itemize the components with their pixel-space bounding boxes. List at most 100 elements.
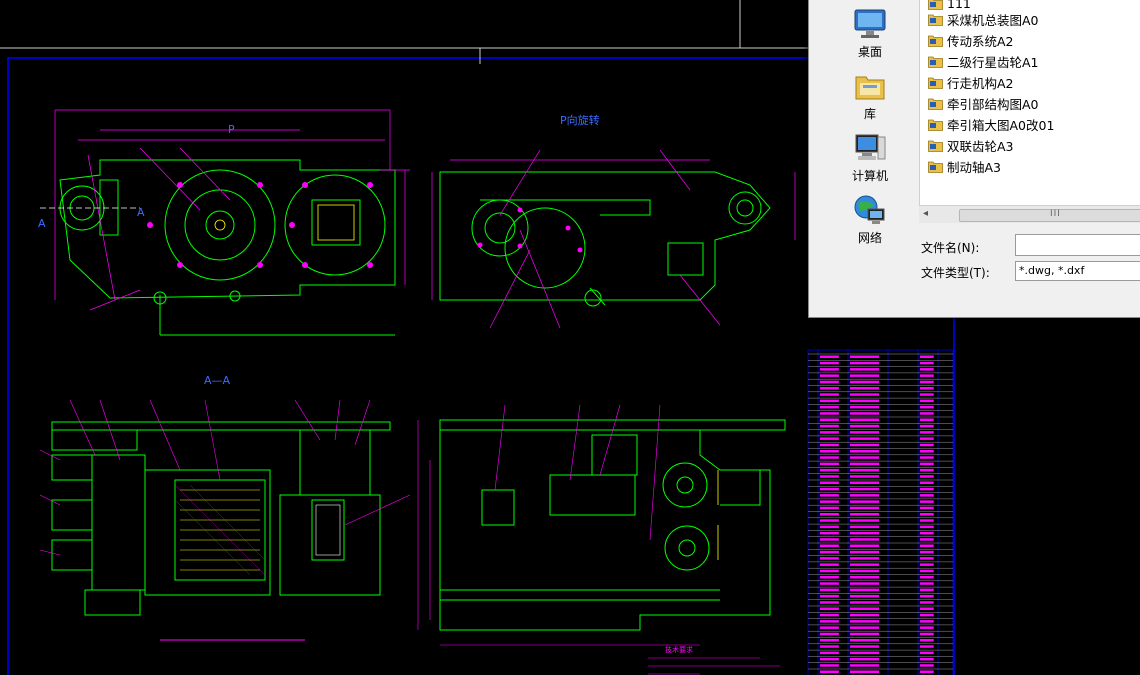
file-item[interactable]: 行走机构A2 [928,72,1014,92]
filename-input[interactable] [1015,234,1140,256]
section-mark-right: A [137,206,145,219]
file-item[interactable]: 采煤机总装图A0 [928,9,1039,29]
table-cell-text-mark [850,601,880,604]
table-cell-text-mark [920,506,934,510]
table-cell-text-mark [920,462,934,466]
dwg-file-icon [928,139,943,152]
place-desktop[interactable]: 桌面 [829,7,911,60]
file-list-horizontal-scrollbar[interactable]: ◂ III [919,205,1140,223]
file-item[interactable]: 牵引箱大图A0改01 [928,114,1054,134]
top-left-view [59,159,396,336]
file-list[interactable]: 111 采煤机总装图A0 传动系统A2 二级行星齿轮A1 行走机构A2 牵引部结… [919,0,1140,205]
table-cell-text-mark [920,513,934,516]
place-computer[interactable]: 计算机 [829,131,911,184]
table-cell-text-mark [820,588,839,592]
table-cell-text-mark [920,475,934,478]
table-cell-text-mark [850,639,880,642]
table-cell-text-mark [850,431,880,434]
table-cell-text-mark [820,657,839,661]
place-library-label: 库 [863,107,876,121]
table-cell-text-mark [850,399,880,403]
table-cell-text-mark [820,639,839,642]
scroll-thumb[interactable]: III [959,209,1140,222]
table-cell-text-mark [920,456,934,459]
table-cell-text-mark [920,550,934,554]
table-cell-text-mark [820,437,839,440]
table-cell-text-mark [820,513,839,516]
table-cell-text-mark [850,569,880,573]
table-cell-text-mark [850,513,880,516]
table-cell-text-mark [820,399,839,403]
table-cell-text-mark [920,626,934,629]
file-open-dialog: 桌面 库 计算机 网络 111 采煤机总装图A0 传动系统A2 二级行星齿轮A1… [808,0,1140,318]
file-item[interactable]: 传动系统A2 [928,30,1014,50]
table-cell-text-mark [850,481,880,484]
dwg-file-icon [928,55,943,68]
table-cell-text-mark [920,538,934,541]
table-cell-text-mark [920,531,934,535]
file-item[interactable]: 双联齿轮A3 [928,135,1014,155]
view-title-p: P向旋转 [560,113,600,127]
table-cell-text-mark [920,368,934,371]
table-cell-text-mark [850,576,880,579]
table-cell-text-mark [920,664,934,667]
file-item[interactable]: 牵引部结构图A0 [928,93,1039,113]
table-cell-text-mark [850,651,880,655]
table-cell-text-mark [820,576,839,579]
table-cell-text-mark [820,424,839,428]
dwg-file-icon [928,34,943,47]
top-right-view [439,171,771,307]
table-cell-text-mark [920,576,934,579]
table-cell-text-mark [850,462,880,466]
table-cell-text-mark [850,563,880,566]
table-cell-text-mark [820,645,839,648]
file-item[interactable]: 二级行星齿轮A1 [928,51,1039,71]
place-library[interactable]: 库 [829,69,911,122]
scroll-left-arrow-icon[interactable]: ◂ [923,208,928,219]
dwg-file-icon [928,97,943,110]
table-cell-text-mark [820,594,839,598]
table-cell-text-mark [820,355,839,358]
table-cell-text-mark [820,431,839,434]
table-cell-text-mark [850,355,880,358]
dwg-file-icon [928,118,943,131]
table-cell-text-mark [820,632,839,636]
table-cell-text-mark [850,412,880,415]
table-cell-text-mark [850,620,880,623]
table-cell-text-mark [850,506,880,510]
table-cell-text-mark [850,538,880,541]
table-cell-text-mark [820,487,839,491]
file-item[interactable]: 制动轴A3 [928,156,1001,176]
filetype-label: 文件类型(T): [921,266,990,280]
table-cell-text-mark [920,563,934,566]
table-cell-text-mark [850,456,880,459]
filetype-select[interactable]: *.dwg, *.dxf [1015,261,1140,281]
table-cell-text-mark [850,380,880,384]
table-cell-text-mark [850,670,880,673]
table-cell-text-mark [820,569,839,573]
table-cell-text-mark [920,645,934,648]
table-cell-text-mark [920,601,934,604]
dwg-file-icon [928,76,943,89]
table-cell-text-mark [920,487,934,491]
table-cell-text-mark [920,355,934,358]
table-cell-text-mark [920,374,934,377]
table-cell-text-mark [820,468,839,472]
computer-icon [852,131,888,165]
table-cell-text-mark [820,664,839,667]
table-cell-text-mark [820,626,839,629]
table-cell-text-mark [820,670,839,673]
table-cell-text-mark [820,374,839,377]
table-cell-text-mark [820,620,839,623]
table-cell-text-mark [850,368,880,371]
table-cell-text-mark [820,601,839,604]
view-mark-p: P [228,123,235,136]
table-cell-text-mark [920,632,934,636]
parts-list-text-marks [820,355,934,673]
table-cell-text-mark [820,361,839,365]
table-cell-text-mark [920,494,934,497]
table-cell-text-mark [850,525,880,529]
table-cell-text-mark [920,557,934,560]
place-network[interactable]: 网络 [829,193,911,246]
table-cell-text-mark [920,431,934,434]
